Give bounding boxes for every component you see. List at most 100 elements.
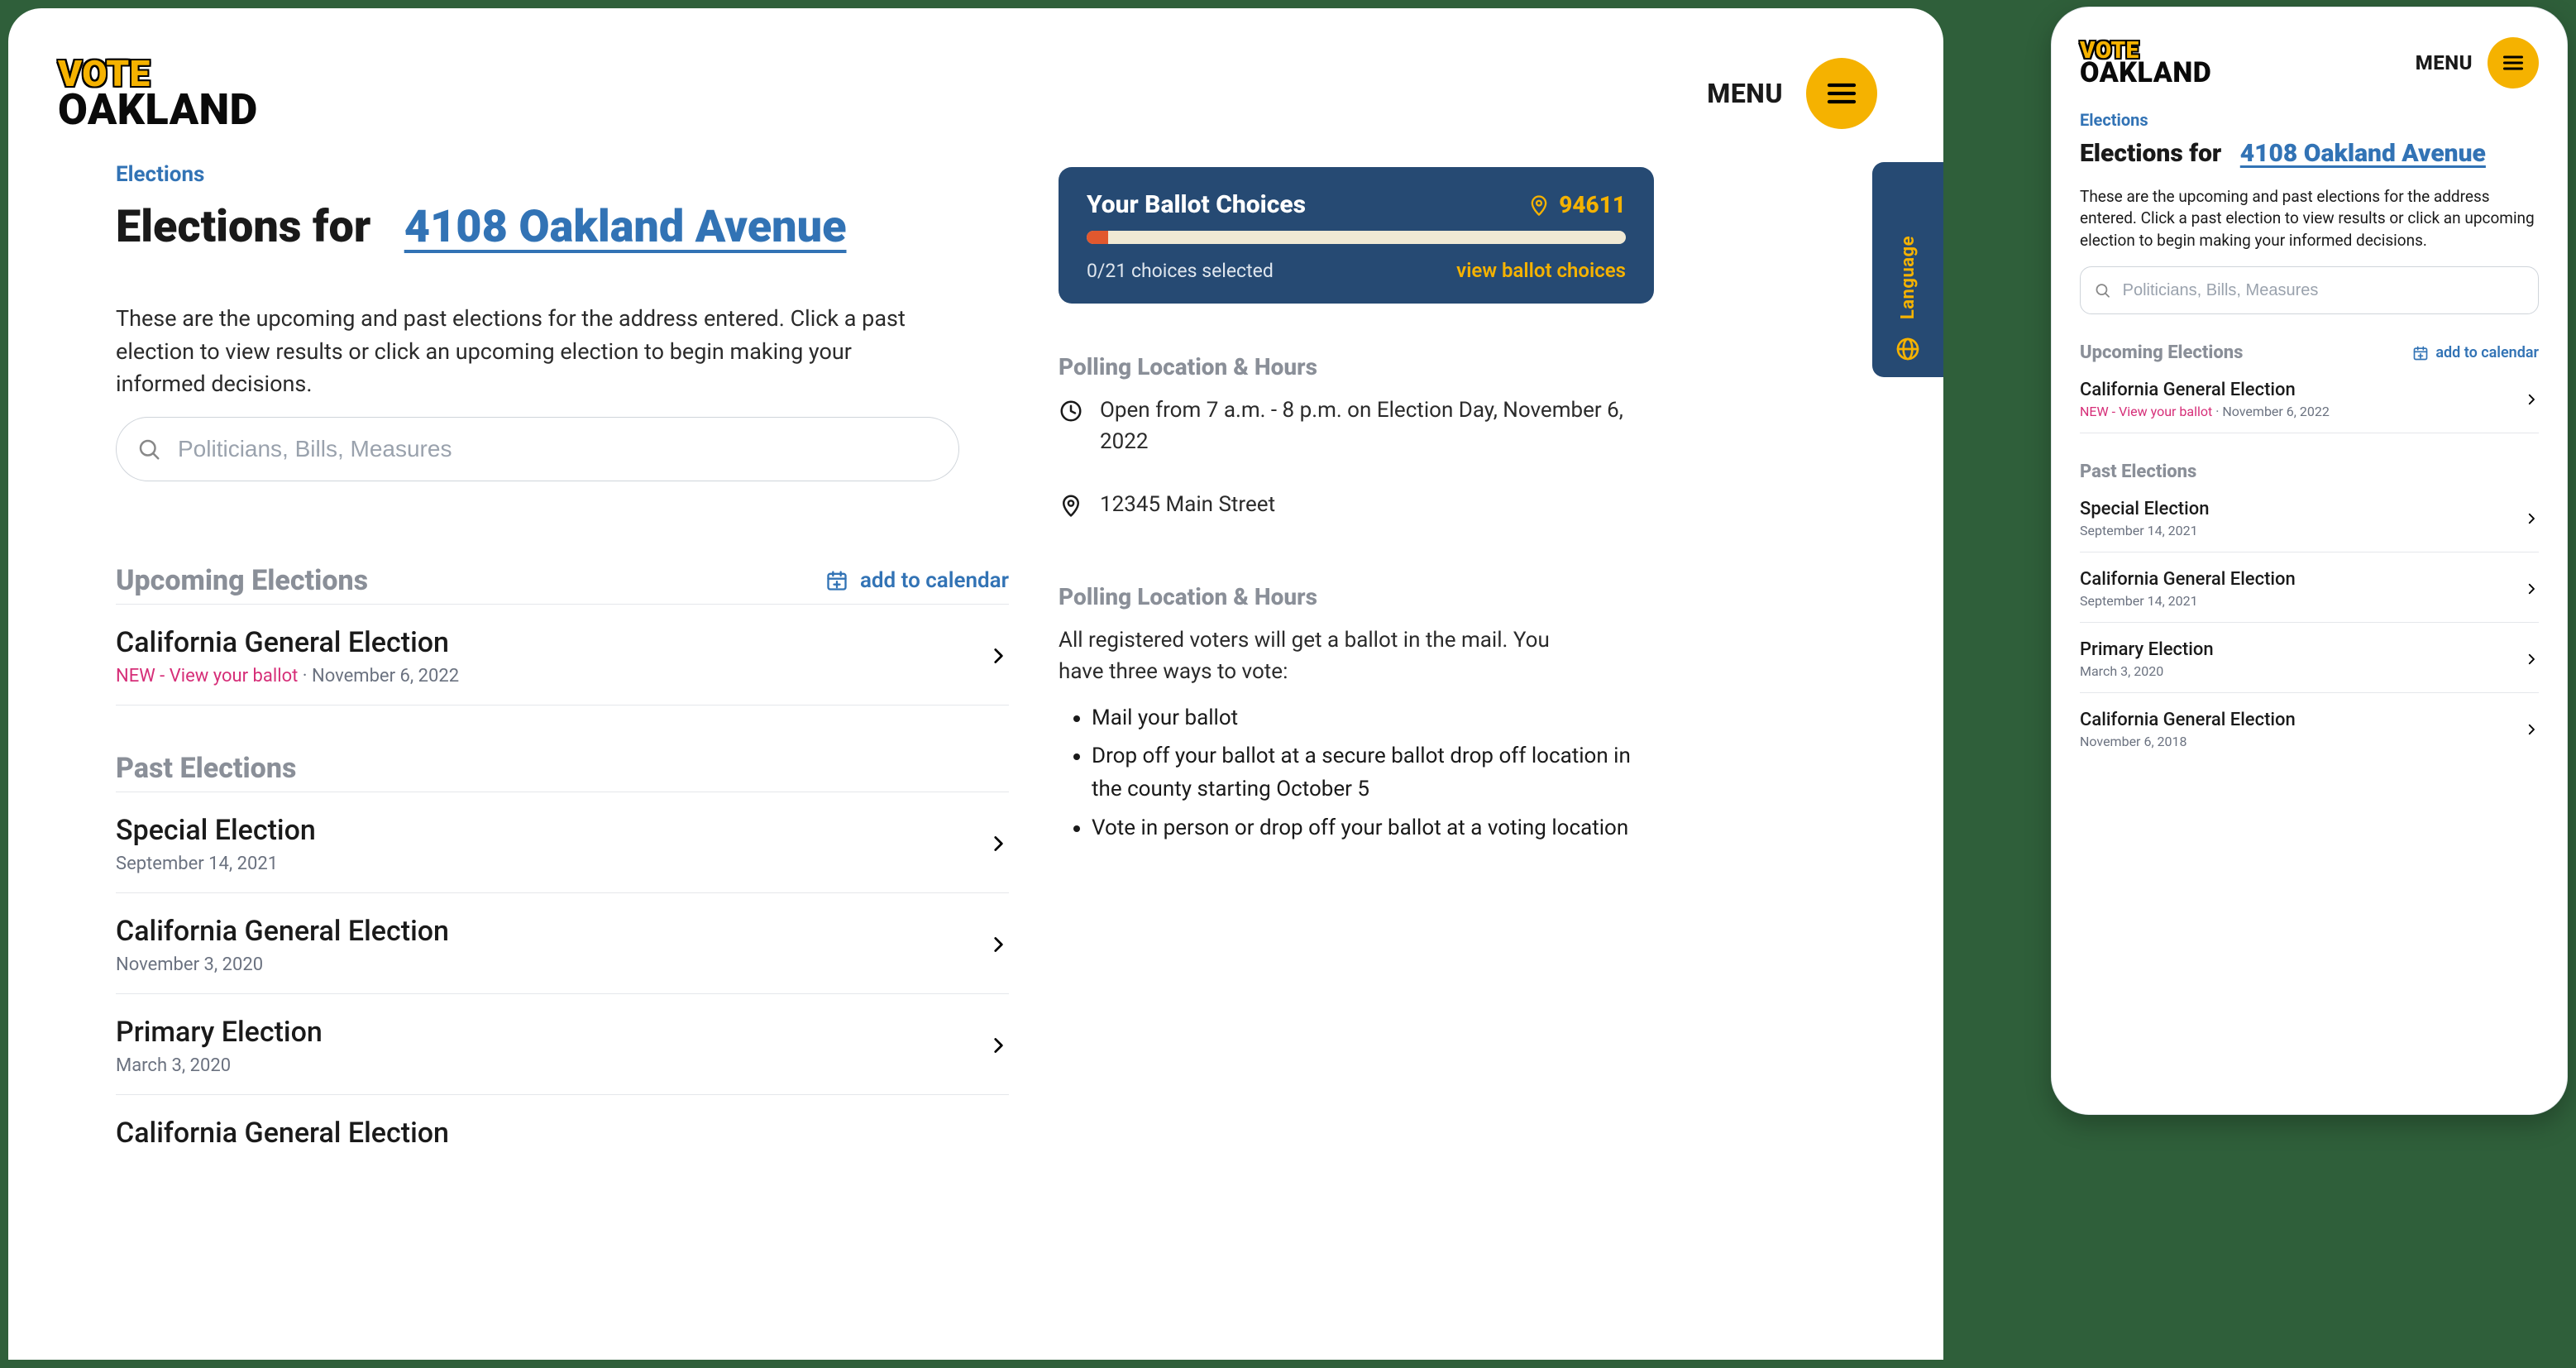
election-item[interactable]: California General Election September 14… [2080, 552, 2539, 623]
election-item[interactable]: Special Election September 14, 2021 [2080, 482, 2539, 552]
page-title-address[interactable]: 4108 Oakland Avenue [2240, 139, 2486, 168]
election-subline: NEW - View your ballot · November 6, 202… [116, 666, 459, 686]
add-to-calendar-label: add to calendar [2435, 344, 2539, 361]
brand-line2: OAKLAND [58, 91, 258, 130]
upcoming-heading: Upcoming Elections [2080, 342, 2243, 363]
election-name: Primary Election [116, 1016, 323, 1049]
election-item[interactable]: California General Election [116, 1095, 1009, 1168]
election-date: November 6, 2022 [2222, 404, 2330, 419]
election-name: Special Election [116, 814, 316, 847]
pin-icon [1527, 194, 1551, 217]
election-date: September 14, 2021 [2080, 523, 2209, 538]
chevron-right-icon [2524, 722, 2539, 737]
hamburger-icon [1825, 77, 1858, 110]
election-item[interactable]: Special Election September 14, 2021 [116, 792, 1009, 893]
menu-button[interactable] [1806, 58, 1877, 129]
clock-icon [1059, 399, 1083, 423]
election-date: September 14, 2021 [2080, 593, 2296, 609]
past-list: Special Election September 14, 2021 Cali… [2080, 482, 2539, 763]
chevron-right-icon [987, 645, 1009, 667]
main-column: Elections Elections for 4108 Oakland Ave… [116, 162, 1009, 1168]
page-title-prefix: Elections for [2080, 139, 2221, 168]
ballot-zip[interactable]: 94611 [1527, 191, 1626, 218]
chevron-right-icon [2524, 392, 2539, 407]
election-name: California General Election [2080, 569, 2296, 590]
search-input[interactable] [176, 435, 939, 463]
menu-button[interactable] [2488, 37, 2539, 88]
election-name: Special Election [2080, 499, 2209, 519]
past-heading: Past Elections [116, 752, 296, 785]
ballot-title: Your Ballot Choices [1087, 190, 1306, 219]
election-item[interactable]: California General Election NEW - View y… [116, 604, 1009, 706]
search-input-wrapper[interactable] [2080, 266, 2539, 314]
ballot-count: 0/21 choices selected [1087, 260, 1274, 282]
search-icon [136, 437, 161, 462]
election-date: March 3, 2020 [116, 1055, 323, 1076]
menu-area: MENU [1707, 58, 1877, 129]
election-date: November 6, 2022 [312, 666, 459, 686]
page-title-address[interactable]: 4108 Oakland Avenue [404, 201, 847, 253]
add-to-calendar-button[interactable]: add to calendar [825, 568, 1009, 593]
intro-text: These are the upcoming and past election… [2080, 186, 2539, 252]
page-title: Elections for 4108 Oakland Avenue [116, 202, 1009, 253]
polling-bullet: Mail your ballot [1092, 701, 1654, 734]
upcoming-list: California General Election NEW - View y… [2080, 363, 2539, 433]
polling-text: All registered voters will get a ballot … [1059, 625, 1588, 687]
chevron-right-icon [2524, 581, 2539, 596]
language-label: Language [1898, 236, 1919, 319]
menu-label: MENU [1707, 78, 1783, 109]
hamburger-icon [2502, 51, 2525, 74]
ballot-card: Your Ballot Choices 94611 0/21 choices s… [1059, 167, 1654, 304]
election-item[interactable]: California General Election NEW - View y… [2080, 363, 2539, 433]
upcoming-heading-row: Upcoming Elections add to calendar [2080, 342, 2539, 363]
search-icon [2094, 281, 2111, 299]
chevron-right-icon [987, 1035, 1009, 1056]
polling-address: 12345 Main Street [1100, 490, 1275, 521]
brand-logo[interactable]: VOTE OAKLAND [58, 58, 258, 129]
breadcrumb[interactable]: Elections [116, 162, 1009, 187]
mobile-viewport: VOTE OAKLAND MENU Elections Elections fo… [2051, 7, 2568, 1115]
past-heading: Past Elections [2080, 462, 2196, 482]
election-name: California General Election [116, 1117, 449, 1150]
view-ballot-link[interactable]: view ballot choices [1456, 259, 1626, 282]
ballot-progress [1087, 231, 1626, 244]
menu-label: MENU [2416, 51, 2473, 74]
brand-logo[interactable]: VOTE OAKLAND [2080, 40, 2211, 86]
election-item[interactable]: California General Election November 6, … [2080, 693, 2539, 763]
add-to-calendar-button[interactable]: add to calendar [2412, 344, 2539, 361]
election-name: Primary Election [2080, 639, 2214, 660]
add-to-calendar-label: add to calendar [860, 568, 1009, 593]
past-heading-row: Past Elections [116, 752, 1009, 785]
search-input[interactable] [2121, 280, 2525, 301]
election-date: September 14, 2021 [116, 854, 316, 874]
breadcrumb[interactable]: Elections [2080, 110, 2539, 130]
brand-line2: OAKLAND [2080, 60, 2211, 86]
election-item[interactable]: California General Election November 3, … [116, 893, 1009, 994]
page-title-prefix: Elections for [116, 201, 370, 253]
polling-info-a: Polling Location & Hours Open from 7 a.m… [1059, 353, 1654, 533]
calendar-plus-icon [825, 569, 848, 592]
language-tab[interactable]: Language [1872, 162, 1943, 377]
election-date: November 6, 2018 [2080, 734, 2296, 749]
election-item[interactable]: Primary Election March 3, 2020 [116, 994, 1009, 1095]
election-name: California General Election [2080, 380, 2330, 400]
polling-info-b: Polling Location & Hours All registered … [1059, 583, 1654, 844]
page-title: Elections for 4108 Oakland Avenue [2080, 138, 2539, 170]
new-badge: NEW - View your ballot [116, 666, 298, 686]
election-name: California General Election [116, 915, 449, 948]
intro-text: These are the upcoming and past election… [116, 303, 926, 399]
election-name: California General Election [116, 626, 459, 659]
chevron-right-icon [2524, 511, 2539, 526]
election-date: March 3, 2020 [2080, 663, 2214, 679]
polling-heading: Polling Location & Hours [1059, 353, 1654, 380]
election-date: November 3, 2020 [116, 954, 449, 975]
election-item[interactable]: Primary Election March 3, 2020 [2080, 623, 2539, 693]
pin-icon [1059, 493, 1083, 518]
search-input-wrapper[interactable] [116, 417, 959, 481]
app-header: VOTE OAKLAND MENU [8, 8, 1943, 137]
past-heading-row: Past Elections [2080, 462, 2539, 482]
upcoming-heading-row: Upcoming Elections add to calendar [116, 564, 1009, 597]
ballot-zip-text: 94611 [1559, 191, 1626, 218]
election-subline: NEW - View your ballot · November 6, 202… [2080, 404, 2330, 419]
aside-column: Your Ballot Choices 94611 0/21 choices s… [1059, 162, 1877, 1168]
